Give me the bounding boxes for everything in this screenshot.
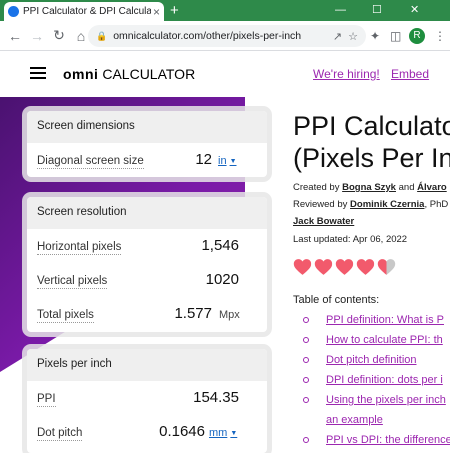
site-header: omni CALCULATOR We're hiring! Embed — [0, 52, 450, 96]
reviewer-link-2[interactable]: Jack Bowater — [293, 216, 354, 227]
address-bar[interactable]: 🔒 omnicalculator.com/other/pixels-per-in… — [88, 25, 366, 47]
diagonal-row: Diagonal screen size 12 in ▼ — [27, 143, 267, 177]
forward-icon[interactable]: → — [26, 28, 48, 44]
bullet-icon — [303, 437, 309, 443]
toc-link[interactable]: Using the pixels per inch — [326, 394, 446, 406]
screen-resolution-card: Screen resolution Horizontal pixels 1,54… — [27, 197, 267, 332]
new-tab-button[interactable]: + — [170, 0, 179, 21]
extensions-icon[interactable]: ✦ — [370, 21, 380, 51]
total-label: Total pixels — [37, 309, 94, 323]
omni-favicon-icon — [8, 6, 19, 17]
card-header: Pixels per inch — [27, 349, 267, 381]
card-header: Screen resolution — [27, 197, 267, 229]
maximize-button[interactable]: ☐ — [372, 0, 382, 21]
share-icon[interactable]: ↗ — [333, 30, 342, 43]
horizontal-label: Horizontal pixels — [37, 241, 122, 255]
reviewer-2-line: Jack Bowater — [293, 216, 354, 227]
bullet-icon — [303, 377, 309, 383]
page-title-line-2: (Pixels Per In — [293, 143, 450, 173]
profile-avatar[interactable]: R — [409, 28, 425, 44]
close-window-button[interactable]: ✕ — [410, 0, 419, 21]
diagonal-input[interactable]: 12 — [195, 151, 212, 168]
last-updated: Last updated: Apr 06, 2022 — [293, 234, 408, 245]
toc-title: Table of contents: — [293, 294, 380, 306]
toc-item[interactable]: DPI definition: dots per i — [303, 374, 450, 394]
total-unit: Mpx — [219, 309, 240, 321]
toc-link[interactable]: DPI definition: dots per i — [326, 374, 443, 386]
lock-icon[interactable]: 🔒 — [96, 31, 107, 42]
horizontal-row: Horizontal pixels 1,546 — [27, 229, 267, 263]
article-title-block: PPI Calculato (Pixels Per In — [293, 110, 450, 174]
table-of-contents: PPI definition: What is P How to calculat… — [303, 314, 450, 453]
chevron-down-icon: ▼ — [229, 157, 237, 165]
vertical-label: Vertical pixels — [37, 275, 108, 289]
dot-pitch-value[interactable]: 0.1646 — [159, 423, 205, 440]
toc-item[interactable]: Dot pitch definition — [303, 354, 450, 374]
ppi-row: PPI 154.35 — [27, 381, 267, 415]
pixels-per-inch-card: Pixels per inch PPI 154.35 Dot pitch 0.1… — [27, 349, 267, 453]
tab-close-icon[interactable]: × — [153, 5, 160, 19]
toc-link[interactable]: Dot pitch definition — [326, 354, 417, 366]
dot-pitch-row: Dot pitch 0.1646 mm ▼ — [27, 415, 267, 449]
toc-link[interactable]: PPI definition: What is P — [326, 314, 444, 326]
page-title-line-1: PPI Calculato — [293, 111, 450, 141]
url-text[interactable]: omnicalculator.com/other/pixels-per-inch — [113, 30, 327, 42]
browser-toolbar: ← → ↻ ⌂ 🔒 omnicalculator.com/other/pixel… — [0, 21, 450, 51]
reviewed-by: Reviewed by Dominik Czernia, PhD — [293, 199, 449, 210]
toc-item[interactable]: Using the pixels per inch — [303, 394, 450, 414]
hamburger-menu-icon[interactable] — [30, 67, 46, 79]
omni-logo[interactable]: omni CALCULATOR — [63, 66, 195, 82]
bullet-icon — [303, 397, 309, 403]
bullet-icon — [303, 317, 309, 323]
total-row: Total pixels 1.577 Mpx — [27, 297, 267, 331]
toc-link[interactable]: How to calculate PPI: th — [326, 334, 443, 346]
hiring-link[interactable]: We're hiring! — [313, 67, 380, 81]
rating-hearts[interactable] — [293, 258, 396, 276]
toc-item[interactable]: PPI definition: What is P — [303, 314, 450, 334]
ppi-label: PPI — [37, 393, 56, 407]
total-value[interactable]: 1.577 — [174, 305, 212, 322]
reload-icon[interactable]: ↻ — [48, 27, 70, 44]
author-link-1[interactable]: Bogna Szyk — [342, 182, 396, 193]
heart-icon[interactable] — [293, 258, 312, 276]
bullet-icon — [303, 337, 309, 343]
diagonal-label: Diagonal screen size — [37, 155, 144, 169]
dot-pitch-unit-select[interactable]: mm ▼ — [209, 427, 237, 439]
heart-icon[interactable] — [314, 258, 333, 276]
author-link-2[interactable]: Álvaro — [417, 182, 447, 193]
bullet-icon — [303, 357, 309, 363]
sidebar-icon[interactable]: ◫ — [390, 21, 401, 51]
dot-pitch-label: Dot pitch — [37, 427, 83, 441]
toc-item[interactable]: an example — [303, 414, 450, 434]
browser-tab[interactable]: PPI Calculator & DPI Calculator × — [4, 2, 164, 21]
ppi-value[interactable]: 154.35 — [193, 389, 239, 406]
vertical-row: Vertical pixels 1020 — [27, 263, 267, 297]
created-by: Created by Bogna Szyk and Álvaro — [293, 182, 447, 193]
tab-bar: PPI Calculator & DPI Calculator × + — ☐ … — [0, 0, 450, 21]
screen-dimensions-card: Screen dimensions Diagonal screen size 1… — [27, 111, 267, 177]
tab-title: PPI Calculator & DPI Calculator — [23, 6, 151, 17]
toc-link[interactable]: an example — [326, 414, 383, 426]
heart-icon[interactable] — [356, 258, 375, 276]
vertical-input[interactable]: 1020 — [206, 271, 239, 288]
heart-icon[interactable] — [377, 258, 396, 276]
diagonal-unit-select[interactable]: in ▼ — [218, 155, 237, 167]
reviewer-link-1[interactable]: Dominik Czernia — [350, 199, 424, 210]
star-icon[interactable]: ☆ — [348, 30, 358, 43]
embed-link[interactable]: Embed — [391, 67, 429, 81]
toc-item[interactable]: How to calculate PPI: th — [303, 334, 450, 354]
menu-icon[interactable]: ⋮ — [434, 21, 446, 51]
back-icon[interactable]: ← — [4, 28, 26, 44]
heart-icon[interactable] — [335, 258, 354, 276]
chevron-down-icon: ▼ — [230, 429, 238, 437]
browser-window: PPI Calculator & DPI Calculator × + — ☐ … — [0, 0, 450, 453]
toc-item[interactable]: PPI vs DPI: the difference — [303, 434, 450, 453]
toc-link[interactable]: PPI vs DPI: the difference — [326, 434, 450, 446]
horizontal-input[interactable]: 1,546 — [201, 237, 239, 254]
card-header: Screen dimensions — [27, 111, 267, 143]
minimize-button[interactable]: — — [335, 0, 346, 21]
